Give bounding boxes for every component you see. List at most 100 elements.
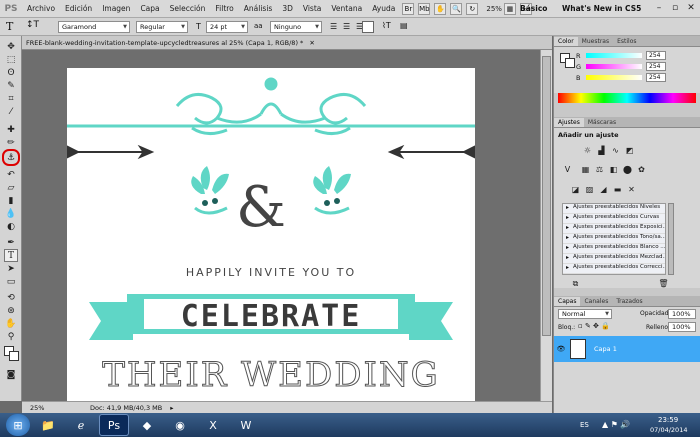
- tab-capas[interactable]: Capas: [554, 297, 581, 306]
- font-style-select[interactable]: Regular ▼: [136, 21, 188, 33]
- history-brush-tool-icon[interactable]: ↶: [4, 168, 18, 181]
- clock-date[interactable]: 07/04/2014: [650, 426, 687, 434]
- fill-field[interactable]: 100%: [668, 322, 696, 332]
- tray-icons[interactable]: ▲ ⚑ 🔊: [602, 420, 630, 429]
- shape-tool-icon[interactable]: ▭: [4, 275, 18, 288]
- maximize-icon[interactable]: ▫: [668, 2, 682, 14]
- workspace-basico[interactable]: Básico: [520, 4, 547, 13]
- font-size-select[interactable]: 24 pt ▼: [206, 21, 248, 33]
- menu-capa[interactable]: Capa: [135, 4, 164, 13]
- slider-track-r[interactable]: [586, 53, 642, 58]
- tab-ajustes[interactable]: Ajustes: [554, 118, 584, 127]
- eraser-tool-icon[interactable]: ▱: [4, 181, 18, 194]
- color-slider-r[interactable]: R 254: [554, 50, 700, 61]
- delete-adjust-icon[interactable]: 🗑: [658, 278, 669, 289]
- clip-layer-icon[interactable]: ⧉: [570, 278, 581, 289]
- 3d-rotate-tool-icon[interactable]: ⟲: [4, 291, 18, 304]
- workspace-whats-new[interactable]: What's New in CS5: [562, 4, 641, 13]
- preset-tono-saturacion[interactable]: Ajustes preestablecidos Tono/sa...: [563, 234, 665, 244]
- taskbar-explorer-icon[interactable]: 📁: [33, 414, 63, 436]
- move-tool-icon[interactable]: ✥: [4, 40, 18, 53]
- minibridge-icon[interactable]: Mb: [418, 2, 431, 15]
- dodge-tool-icon[interactable]: ◐: [4, 220, 18, 233]
- tab-muestras[interactable]: Muestras: [578, 37, 613, 46]
- curves-icon[interactable]: ∿: [610, 145, 621, 156]
- brush-tool-icon[interactable]: ✏: [4, 136, 18, 149]
- tab-estilos[interactable]: Estilos: [613, 37, 640, 46]
- visibility-eye-icon[interactable]: 👁: [554, 345, 568, 353]
- 3d-orbit-tool-icon[interactable]: ⊛: [4, 304, 18, 317]
- document-tab[interactable]: FREE-blank-wedding-invitation-template-u…: [22, 36, 552, 50]
- warp-text-icon[interactable]: ⌇T: [382, 21, 391, 30]
- preset-niveles[interactable]: Ajustes preestablecidos Niveles: [563, 204, 665, 214]
- text-color-swatch[interactable]: [362, 21, 374, 33]
- brightness-icon[interactable]: ☼: [582, 145, 593, 156]
- quick-select-tool-icon[interactable]: ✎: [4, 79, 18, 92]
- menu-archivo[interactable]: Archivo: [22, 4, 60, 13]
- color-balance-icon[interactable]: ⚖: [594, 164, 605, 175]
- healing-tool-icon[interactable]: ✚: [4, 123, 18, 136]
- font-family-select[interactable]: Garamond ▼: [58, 21, 130, 33]
- close-icon[interactable]: ✕: [684, 2, 698, 14]
- antialias-select[interactable]: Ninguno ▼: [270, 21, 322, 33]
- preset-exposicion[interactable]: Ajustes preestablecidos Exposici...: [563, 224, 665, 234]
- taskbar-word-icon[interactable]: W: [231, 414, 261, 436]
- align-left-icon[interactable]: ☰: [330, 22, 337, 31]
- crop-tool-icon[interactable]: ⌗: [4, 92, 18, 105]
- menu-filtro[interactable]: Filtro: [210, 4, 238, 13]
- bridge-icon[interactable]: Br: [402, 2, 415, 15]
- presets-scrollbar[interactable]: [668, 203, 674, 275]
- channel-mixer-icon[interactable]: ✿: [636, 164, 647, 175]
- menu-seleccion[interactable]: Selección: [165, 4, 211, 13]
- type-tool-button[interactable]: T: [4, 249, 18, 262]
- photo-filter-icon[interactable]: ⬤: [622, 164, 633, 175]
- menu-analisis[interactable]: Análisis: [239, 4, 278, 13]
- color-value-g[interactable]: 254: [646, 62, 666, 71]
- preset-curvas[interactable]: Ajustes preestablecidos Curvas: [563, 214, 665, 224]
- clone-stamp-tool-icon[interactable]: ⚓: [2, 149, 20, 166]
- exposure-icon[interactable]: ◩: [624, 145, 635, 156]
- status-menu-icon[interactable]: ▸: [170, 404, 173, 412]
- lasso-tool-icon[interactable]: ʘ: [4, 66, 18, 79]
- menu-3d[interactable]: 3D: [277, 4, 298, 13]
- slider-track-b[interactable]: [586, 75, 642, 80]
- taskbar-excel-icon[interactable]: X: [198, 414, 228, 436]
- path-select-tool-icon[interactable]: ➤: [4, 262, 18, 275]
- preset-mezclador[interactable]: Ajustes preestablecidos Mezclad...: [563, 254, 665, 264]
- hand-icon[interactable]: ✋: [434, 2, 447, 15]
- hand-tool-icon[interactable]: ✋: [4, 317, 18, 330]
- document-canvas[interactable]: & HAPPILY INVITE YOU TO CELEBRATE THEIR …: [66, 68, 476, 401]
- eyedropper-tool-icon[interactable]: ⁄: [4, 105, 18, 118]
- scrollbar-thumb[interactable]: [542, 56, 551, 336]
- slider-track-g[interactable]: [586, 64, 642, 69]
- threshold-icon[interactable]: ◢: [598, 184, 609, 195]
- taskbar-ie-icon[interactable]: ℯ: [66, 414, 96, 436]
- status-zoom[interactable]: 25%: [22, 404, 58, 412]
- vibrance-icon[interactable]: V: [562, 164, 573, 175]
- blend-mode-select[interactable]: Normal ▼: [558, 309, 612, 319]
- type-tool-icon[interactable]: T: [6, 20, 13, 33]
- taskbar-app-icon[interactable]: ◆: [132, 414, 162, 436]
- pen-tool-icon[interactable]: ✒: [4, 236, 18, 249]
- color-spectrum-bar[interactable]: [558, 93, 696, 103]
- align-center-icon[interactable]: ☰: [343, 22, 350, 31]
- posterize-icon[interactable]: ▨: [584, 184, 595, 195]
- menu-ventana[interactable]: Ventana: [326, 4, 367, 13]
- menu-edicion[interactable]: Edición: [60, 4, 97, 13]
- tab-trazados[interactable]: Trazados: [612, 297, 646, 306]
- marquee-tool-icon[interactable]: ⬚: [4, 53, 18, 66]
- quick-mask-icon[interactable]: ◙: [4, 368, 18, 381]
- rotate-icon[interactable]: ↻: [466, 2, 479, 15]
- color-bg-swatch[interactable]: [565, 58, 575, 68]
- vertical-scrollbar[interactable]: [540, 50, 552, 401]
- zoom-tool-icon[interactable]: ⚲: [4, 330, 18, 343]
- color-value-b[interactable]: 254: [646, 73, 666, 82]
- preset-blanco-negro[interactable]: Ajustes preestablecidos Blanco ...: [563, 244, 665, 254]
- invert-icon[interactable]: ◪: [570, 184, 581, 195]
- layer-row-capa-1[interactable]: 👁 Capa 1: [554, 336, 700, 362]
- text-orientation-icon[interactable]: ↕T: [26, 20, 39, 30]
- taskbar-chrome-icon[interactable]: ◉: [165, 414, 195, 436]
- tab-mascaras[interactable]: Máscaras: [584, 118, 620, 127]
- language-indicator[interactable]: ES: [580, 421, 589, 429]
- character-panel-icon[interactable]: ▤: [400, 21, 408, 30]
